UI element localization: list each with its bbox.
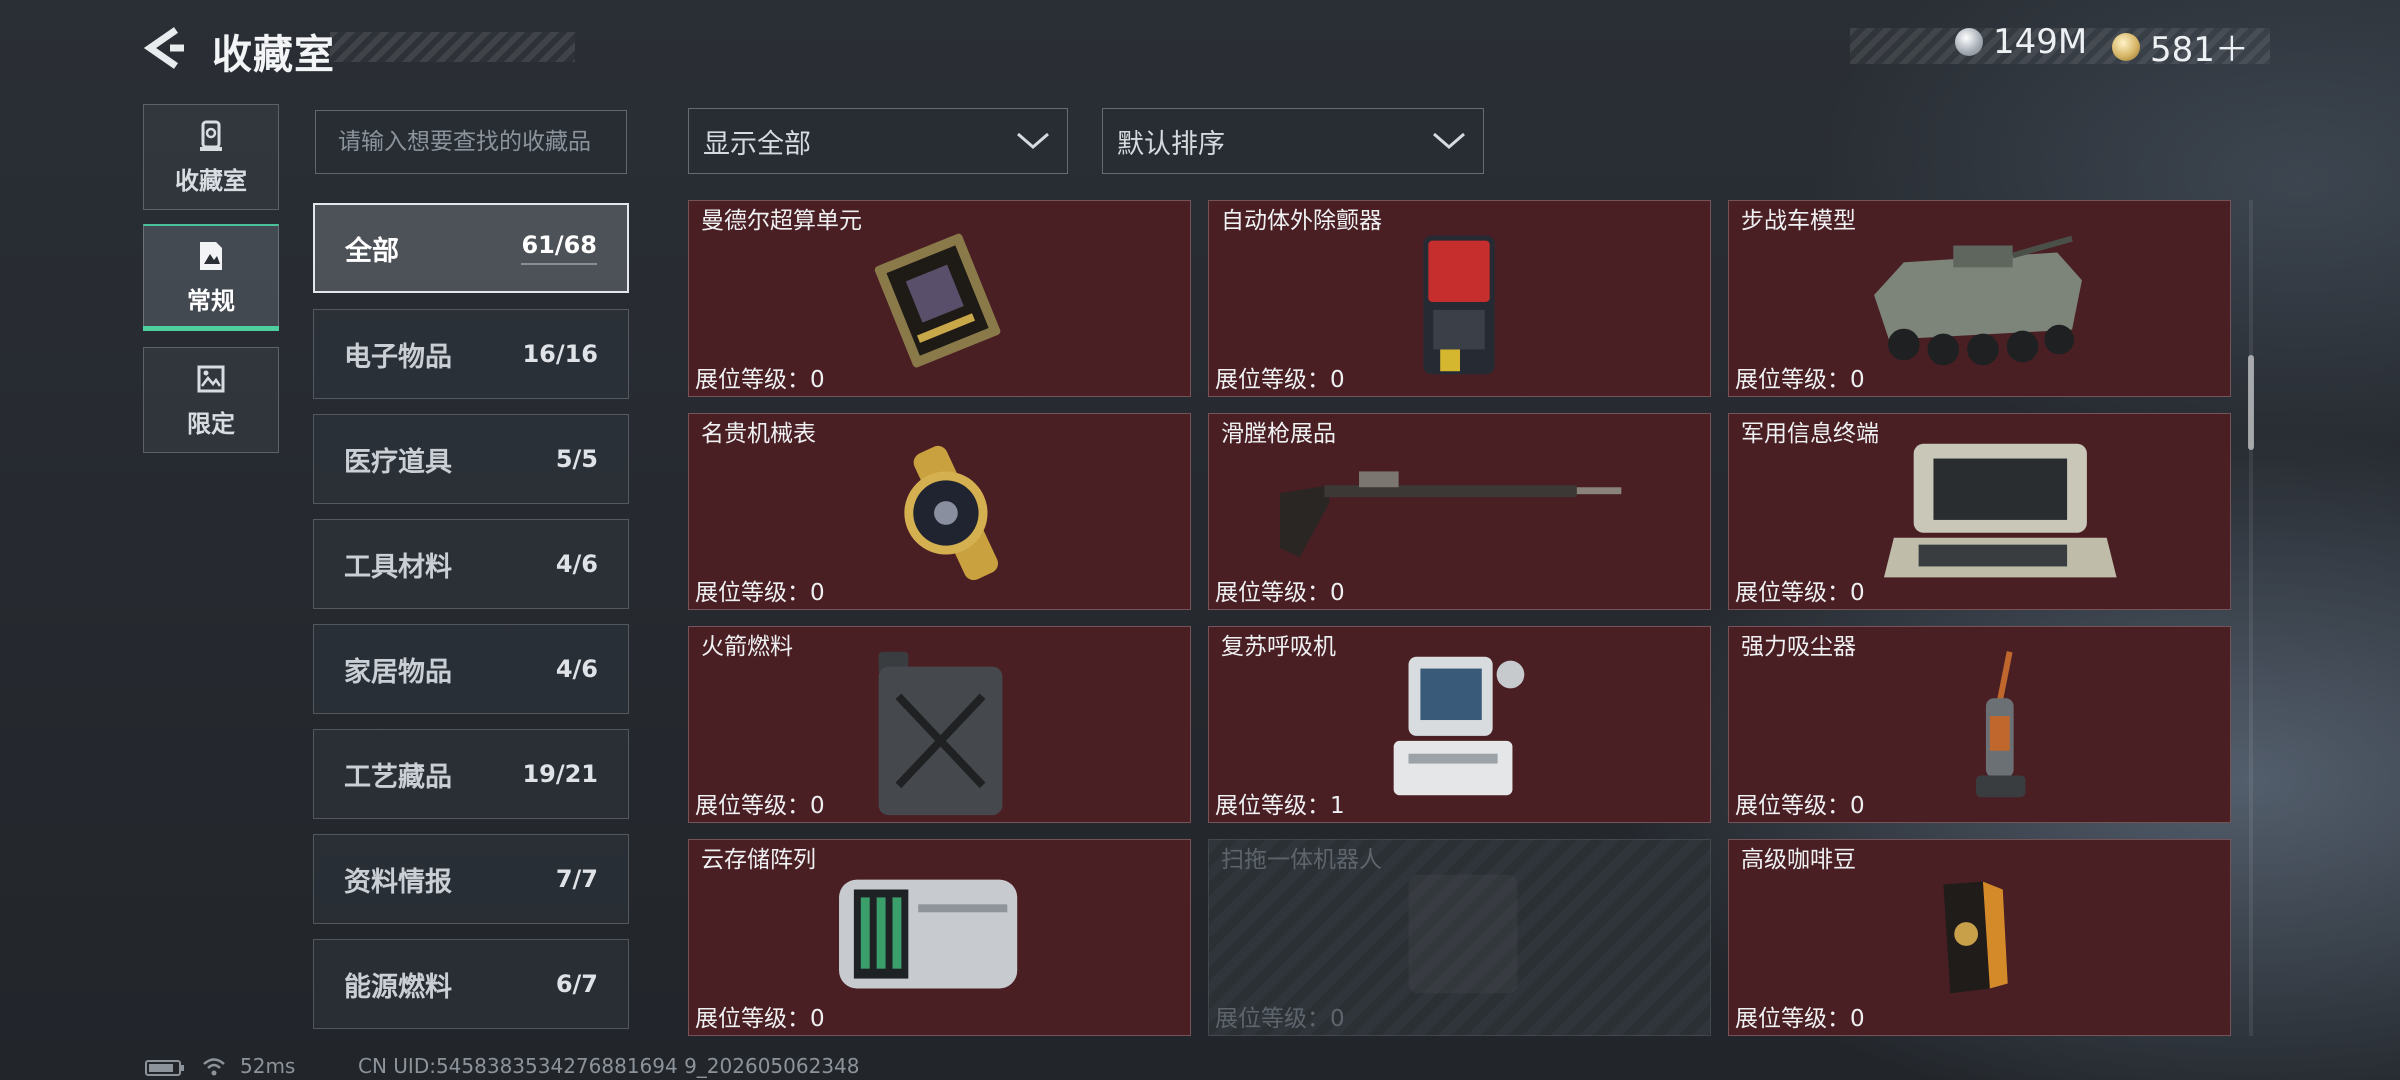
item-level: 展位等级：0 bbox=[1215, 367, 1345, 393]
item-card-vacuum-cleaner[interactable]: 强力吸尘器 展位等级：0 bbox=[1728, 626, 2231, 823]
item-level: 展位等级：0 bbox=[1735, 793, 1865, 819]
item-card-rocket-fuel[interactable]: 火箭燃料 展位等级：0 bbox=[688, 626, 1191, 823]
item-name: 火箭燃料 bbox=[701, 634, 793, 660]
category-name: 电子物品 bbox=[344, 341, 452, 373]
limited-icon bbox=[197, 365, 225, 392]
category-count: 19/21 bbox=[522, 760, 598, 788]
nav-item-limited[interactable]: 限定 bbox=[143, 347, 279, 453]
item-level: 展位等级：0 bbox=[695, 1006, 825, 1032]
category-name: 能源燃料 bbox=[344, 971, 452, 1003]
item-name: 强力吸尘器 bbox=[1741, 634, 1856, 660]
item-name: 高级咖啡豆 bbox=[1741, 847, 1856, 873]
item-card-coffee-beans[interactable]: 高级咖啡豆 展位等级：0 bbox=[1728, 839, 2231, 1036]
category-medical[interactable]: 医疗道具 5/5 bbox=[313, 414, 629, 504]
item-card-ifv-model[interactable]: 步战车模型 展位等级：0 bbox=[1728, 200, 2231, 397]
item-card-robot-vacuum-locked[interactable]: 扫拖一体机器人 展位等级：0 bbox=[1208, 839, 1711, 1036]
sort-dropdown[interactable]: 默认排序 bbox=[1102, 108, 1484, 174]
item-level: 展位等级：1 bbox=[1215, 793, 1345, 819]
item-level: 展位等级：0 bbox=[695, 367, 825, 393]
currency-silver[interactable]: 149M bbox=[1955, 22, 2087, 62]
item-grid: 曼德尔超算单元 展位等级：0 自动体外除颤器 展位等级：0 步战车模型 展位等级… bbox=[688, 200, 2233, 1036]
item-level: 展位等级：0 bbox=[1215, 1006, 1345, 1032]
item-name: 军用信息终端 bbox=[1741, 421, 1879, 447]
item-card-luxury-watch[interactable]: 名贵机械表 展位等级：0 bbox=[688, 413, 1191, 610]
regular-icon bbox=[200, 242, 222, 270]
nav-label: 限定 bbox=[187, 409, 235, 438]
search-input[interactable] bbox=[315, 110, 627, 174]
category-all[interactable]: 全部 61/68 bbox=[313, 203, 629, 293]
page-title: 收藏室 bbox=[212, 32, 335, 78]
category-electronics[interactable]: 电子物品 16/16 bbox=[313, 309, 629, 399]
item-level: 展位等级：0 bbox=[695, 580, 825, 606]
item-card-military-terminal[interactable]: 军用信息终端 展位等级：0 bbox=[1728, 413, 2231, 610]
item-name: 名贵机械表 bbox=[701, 421, 816, 447]
category-household[interactable]: 家居物品 4/6 bbox=[313, 624, 629, 714]
item-name: 扫拖一体机器人 bbox=[1221, 847, 1382, 873]
item-level: 展位等级：0 bbox=[1735, 367, 1865, 393]
item-level: 展位等级：0 bbox=[1215, 580, 1345, 606]
currency-gold[interactable]: 581＋ bbox=[2112, 22, 2249, 71]
chevron-down-icon bbox=[1433, 132, 1465, 149]
chevron-down-icon bbox=[1017, 132, 1049, 149]
category-intel[interactable]: 资料情报 7/7 bbox=[313, 834, 629, 924]
item-level: 展位等级：0 bbox=[1735, 1006, 1865, 1032]
category-energy[interactable]: 能源燃料 6/7 bbox=[313, 939, 629, 1029]
category-count: 16/16 bbox=[522, 340, 598, 368]
category-tools[interactable]: 工具材料 4/6 bbox=[313, 519, 629, 609]
category-count: 61/68 bbox=[521, 231, 597, 265]
currency-silver-value: 149M bbox=[1993, 22, 2088, 62]
currency-gold-value: 581＋ bbox=[2150, 30, 2249, 70]
back-button[interactable] bbox=[140, 24, 188, 72]
nav-item-collection-room[interactable]: 收藏室 bbox=[143, 104, 279, 210]
category-name: 资料情报 bbox=[344, 866, 452, 898]
item-name: 滑膛枪展品 bbox=[1221, 421, 1336, 447]
nav-item-regular[interactable]: 常规 bbox=[143, 224, 279, 330]
item-card-ventilator[interactable]: 复苏呼吸机 展位等级：1 bbox=[1208, 626, 1711, 823]
wifi-icon bbox=[203, 1058, 225, 1076]
item-card-cloud-storage-array[interactable]: 云存储阵列 展位等级：0 bbox=[688, 839, 1191, 1036]
category-name: 工具材料 bbox=[344, 551, 452, 583]
collection-icon bbox=[200, 120, 222, 151]
item-name: 自动体外除颤器 bbox=[1221, 208, 1382, 234]
category-count: 4/6 bbox=[555, 655, 598, 683]
category-count: 5/5 bbox=[555, 445, 598, 473]
item-card-musket[interactable]: 滑膛枪展品 展位等级：0 bbox=[1208, 413, 1711, 610]
battery-icon bbox=[145, 1060, 184, 1076]
item-name: 复苏呼吸机 bbox=[1221, 634, 1336, 660]
display-filter-dropdown[interactable]: 显示全部 bbox=[688, 108, 1068, 174]
item-card-defibrillator[interactable]: 自动体外除颤器 展位等级：0 bbox=[1208, 200, 1711, 397]
nav-label: 常规 bbox=[187, 287, 235, 315]
display-filter-value: 显示全部 bbox=[703, 128, 811, 160]
category-count: 4/6 bbox=[555, 550, 598, 578]
item-level: 展位等级：0 bbox=[695, 793, 825, 819]
title-decoration bbox=[330, 32, 575, 62]
category-name: 医疗道具 bbox=[344, 446, 452, 478]
item-name: 云存储阵列 bbox=[701, 847, 816, 873]
silver-coin-icon bbox=[1955, 28, 1983, 56]
category-count: 6/7 bbox=[555, 970, 598, 998]
grid-scrollbar-thumb[interactable] bbox=[2248, 355, 2254, 450]
category-name: 全部 bbox=[345, 235, 399, 267]
back-arrow-icon bbox=[143, 27, 184, 69]
grid-scrollbar-track bbox=[2249, 200, 2253, 1036]
nav-label: 收藏室 bbox=[175, 166, 247, 195]
item-card-mandel-supercomputer-unit[interactable]: 曼德尔超算单元 展位等级：0 bbox=[688, 200, 1191, 397]
ping-value: 52ms bbox=[240, 1054, 296, 1078]
category-name: 工艺藏品 bbox=[344, 761, 452, 793]
item-name: 曼德尔超算单元 bbox=[701, 208, 862, 234]
gold-coin-icon bbox=[2112, 32, 2140, 61]
sort-value: 默认排序 bbox=[1117, 128, 1225, 160]
category-crafts[interactable]: 工艺藏品 19/21 bbox=[313, 729, 629, 819]
category-name: 家居物品 bbox=[344, 656, 452, 688]
user-uid: CN UID:5458383534276881694 9_20260506234… bbox=[358, 1054, 860, 1078]
nav-active-indicator bbox=[143, 326, 279, 331]
item-level: 展位等级：0 bbox=[1735, 580, 1865, 606]
category-count: 7/7 bbox=[555, 865, 598, 893]
item-name: 步战车模型 bbox=[1741, 208, 1856, 234]
